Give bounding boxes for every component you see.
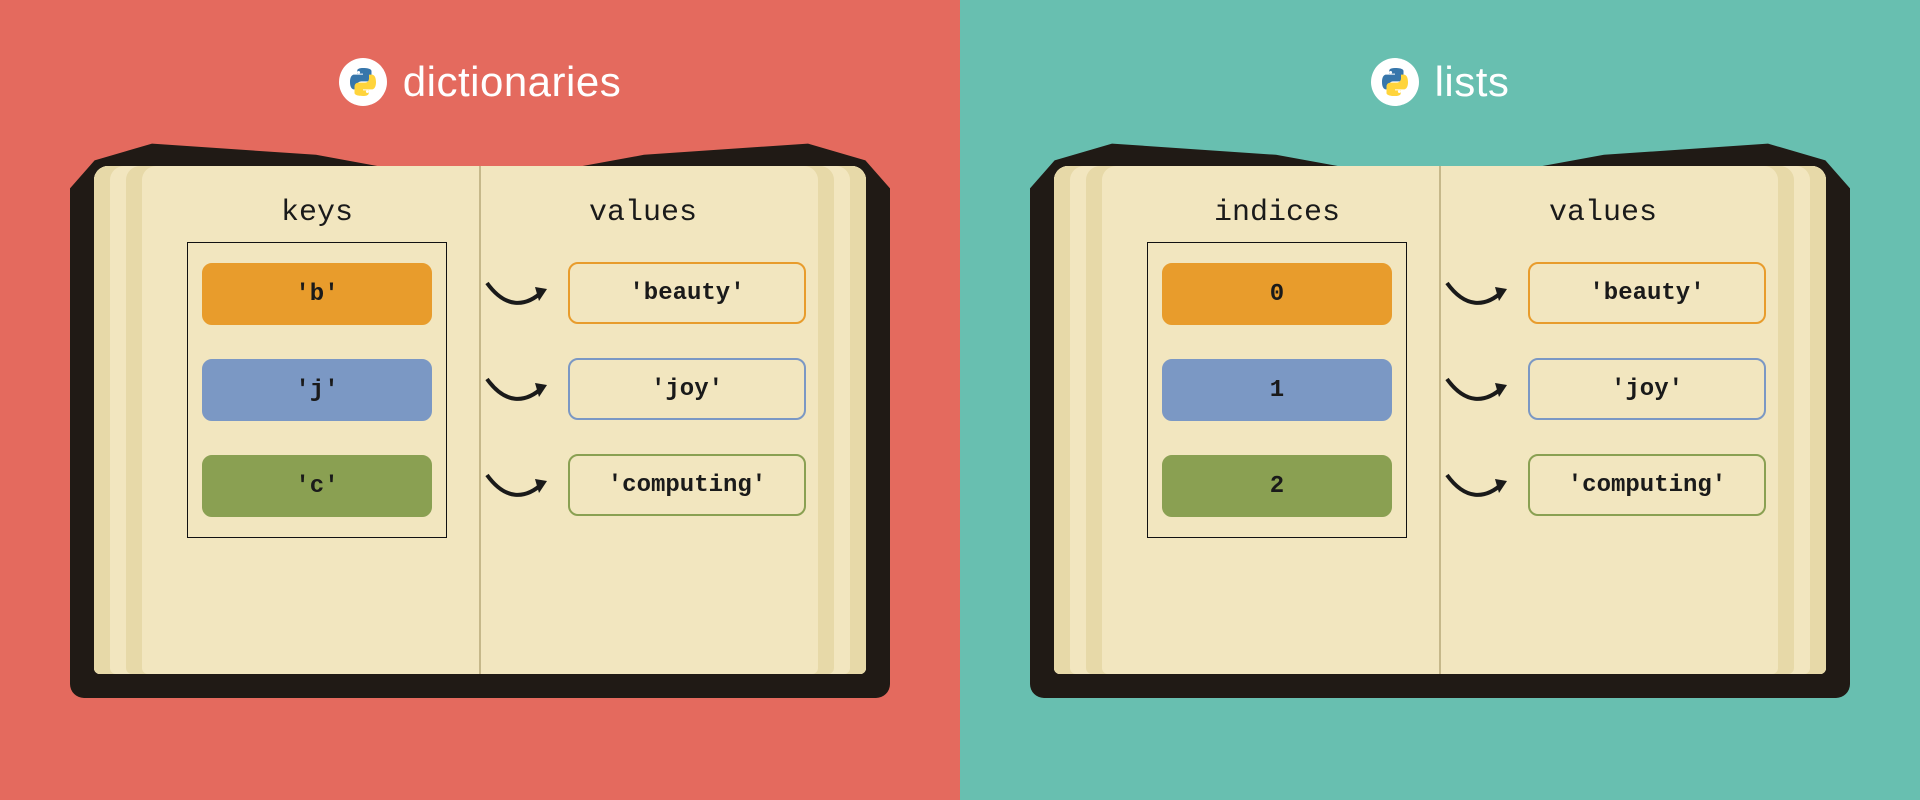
values-heading: values: [589, 196, 697, 230]
values-column: 'beauty' 'joy' 'computing': [568, 242, 806, 516]
indices-box: 0 1 2: [1147, 242, 1407, 538]
arrow-icon: [1440, 454, 1520, 516]
lists-panel: lists indices 0 1 2 values: [960, 0, 1920, 800]
keys-box: 'b' 'j' 'c': [187, 242, 447, 538]
arrow-icon: [480, 262, 560, 324]
value-chip: 'beauty': [568, 262, 806, 324]
book-spine: [1439, 166, 1441, 674]
values-column: 'beauty' 'joy' 'computing': [1528, 242, 1766, 516]
values-heading: values: [1549, 196, 1657, 230]
arrow-column: [480, 242, 560, 516]
book-spine: [479, 166, 481, 674]
value-chip: 'joy': [1528, 358, 1766, 420]
keys-page: keys 'b' 'j' 'c': [154, 196, 480, 634]
keys-heading: keys: [281, 196, 353, 230]
indices-page: indices 0 1 2: [1114, 196, 1440, 634]
arrow-column: [1440, 242, 1520, 516]
key-chip: 'c': [202, 455, 432, 517]
lists-title: lists: [1435, 58, 1510, 106]
arrow-icon: [480, 358, 560, 420]
indices-heading: indices: [1214, 196, 1340, 230]
value-chip: 'beauty': [1528, 262, 1766, 324]
index-chip: 1: [1162, 359, 1392, 421]
arrow-icon: [1440, 358, 1520, 420]
index-chip: 2: [1162, 455, 1392, 517]
index-chip: 0: [1162, 263, 1392, 325]
value-chip: 'joy': [568, 358, 806, 420]
arrow-icon: [1440, 262, 1520, 324]
values-page: values 'beauty': [1440, 196, 1766, 634]
dictionaries-panel: dictionaries keys 'b' 'j' 'c' values: [0, 0, 960, 800]
value-chip: 'computing': [1528, 454, 1766, 516]
arrow-icon: [480, 454, 560, 516]
lists-title-row: lists: [1371, 58, 1510, 106]
dictionaries-title-row: dictionaries: [339, 58, 621, 106]
values-page: values 'beauty': [480, 196, 806, 634]
python-logo-icon: [339, 58, 387, 106]
dictionaries-book: keys 'b' 'j' 'c' values: [70, 138, 890, 698]
dictionaries-title: dictionaries: [403, 58, 621, 106]
value-chip: 'computing': [568, 454, 806, 516]
python-logo-icon: [1371, 58, 1419, 106]
lists-book: indices 0 1 2 values: [1030, 138, 1850, 698]
key-chip: 'j': [202, 359, 432, 421]
key-chip: 'b': [202, 263, 432, 325]
